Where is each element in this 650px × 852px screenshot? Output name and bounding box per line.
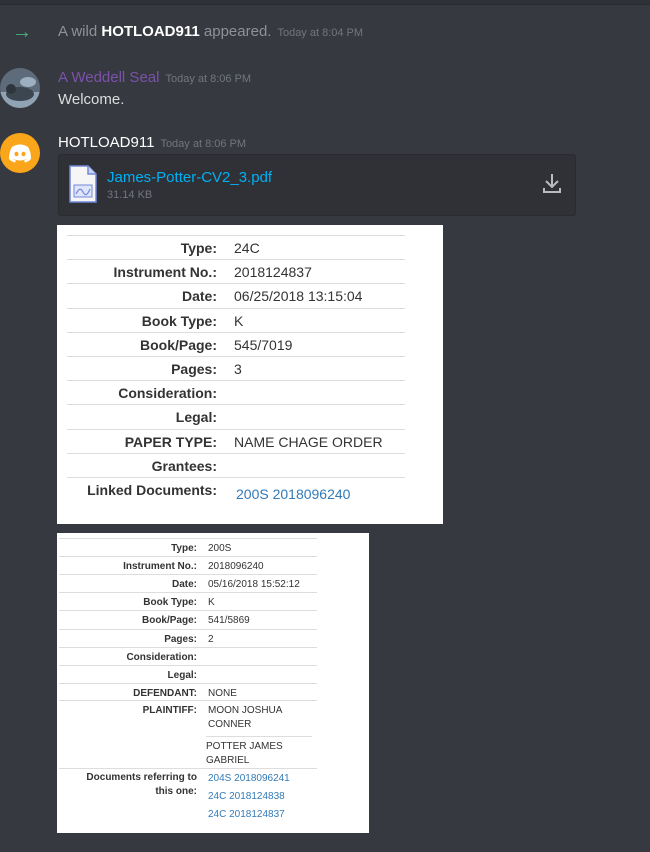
record-row: Legal: [59,664,317,684]
record-row: Book/Page: 545/7019 [67,331,405,357]
record-image-1[interactable]: Type: 24C Instrument No.: 2018124837 Date: 06… [57,225,443,524]
record-row: Date: 05/16/2018 15:52:12 [59,574,317,593]
record-row: Instrument No.: 2018124837 [67,259,405,284]
row-value: 2018096240 [208,561,264,573]
row-label: Date: [171,579,197,591]
row-label: Consideration: [126,651,197,663]
record-image-2[interactable]: Type: 200S Instrument No.: 2018096240 Date: 0… [57,533,369,833]
row-value: MOON JOSHUA [208,705,283,716]
join-username[interactable]: HOTLOAD911 [101,23,199,40]
discord-logo-icon [9,144,31,163]
row-label: PLAINTIFF: [142,705,197,716]
row-label: this one: [155,786,197,797]
row-label: DEFENDANT: [133,687,197,699]
row-value: 541/5869 [208,615,250,627]
row-value: 545/7019 [234,336,293,353]
linked-document-link[interactable]: 200S 2018096240 [236,486,350,502]
record-row: DEFENDANT: NONE [59,682,317,702]
record-row: Instrument No.: 2018096240 [59,556,317,575]
record-row: Type: 24C [67,235,405,260]
record-row: Legal: [67,404,405,429]
join-text: A wild HOTLOAD911 appeared. Today at 8:04… [58,23,364,40]
row-label: Legal: [167,669,197,681]
row-value: GABRIEL [206,755,250,766]
seal-avatar[interactable] [0,68,40,108]
row-value: 2018124837 [234,264,312,281]
message-author[interactable]: HOTLOAD911 Today at 8:06 PM [58,134,246,151]
ref-link[interactable]: 204S 2018096241 [208,772,290,786]
row-label: Book Type: [143,597,197,609]
row-value: 05/16/2018 15:52:12 [208,579,300,591]
row-value: POTTER JAMES [206,741,283,752]
record-row: Book Type: K [67,307,405,333]
row-label: Pages: [164,633,197,645]
row-value: K [208,597,215,609]
plaintiff-row-2: POTTER JAMES GABRIEL [206,736,312,769]
row-label: Linked Documents: [87,482,217,498]
row-value: K [234,312,244,329]
row-label: Instrument No.: [123,561,197,573]
row-value: 24C [234,240,260,256]
attachment-filename-link[interactable]: James-Potter-CV2_3.pdf [107,169,272,186]
message-timestamp: Today at 8:06 PM [160,138,247,150]
record-row: Pages: 3 [67,356,405,381]
record-row: Date: 06/25/2018 13:15:04 [67,283,405,308]
ref-link[interactable]: 24C 2018124837 [208,808,285,822]
record-row: Book/Page: 541/5869 [59,610,317,629]
row-value: CONNER [208,719,252,730]
record-row: Consideration: [59,646,317,666]
top-divider [0,0,650,5]
row-value: 06/25/2018 13:15:04 [234,288,363,305]
row-label: Consideration: [118,385,217,402]
record-row: PAPER TYPE: NAME CHAGE ORDER [67,428,405,454]
join-arrow-icon: → [12,21,32,43]
join-timestamp: Today at 8:04 PM [277,27,364,39]
row-label: Book/Page: [141,615,197,627]
row-value: NONE [208,687,237,699]
record-row: Pages: 2 [59,628,317,648]
row-label: Type: [180,240,217,256]
row-label: Book Type: [141,312,217,329]
file-attachment: James-Potter-CV2_3.pdf 31.14 KB [58,154,576,216]
row-label: Book/Page: [139,336,217,353]
attachment-size: 31.14 KB [107,189,153,201]
row-value: NAME CHAGE ORDER [234,433,383,450]
row-label: Grantees: [151,457,217,474]
record-row: Type: 200S [59,538,317,557]
pdf-file-icon [69,165,97,208]
row-value: 200S [208,543,232,554]
documents-referring-row: Documents referring to this one: 204S 20… [59,768,317,825]
record-row: Grantees: [67,452,405,478]
record-row: Consideration: [67,380,405,405]
row-label: Documents referring to [86,772,197,783]
row-label: Pages: [171,361,217,377]
row-label: PAPER TYPE: [124,433,217,450]
row-value: 3 [234,361,242,377]
row-label: Type: [171,543,197,554]
system-join-message: → A wild HOTLOAD911 appeared. Today at 8:… [0,20,650,44]
row-label: Date: [181,288,217,305]
record-row: Book Type: K [59,592,317,611]
row-label: Legal: [175,409,217,426]
message-timestamp: Today at 8:06 PM [165,73,252,85]
row-value: 2 [208,633,214,645]
discord-logo-avatar[interactable] [0,133,40,173]
message-author[interactable]: A Weddell Seal Today at 8:06 PM [58,69,251,86]
message-text: Welcome. [58,91,125,108]
download-icon[interactable] [543,173,561,198]
ref-link[interactable]: 24C 2018124838 [208,790,285,804]
row-label: Instrument No.: [113,264,217,281]
plaintiff-row: PLAINTIFF: MOON JOSHUA CONNER [59,700,317,737]
record-row: Linked Documents: 200S 2018096240 [67,477,405,502]
